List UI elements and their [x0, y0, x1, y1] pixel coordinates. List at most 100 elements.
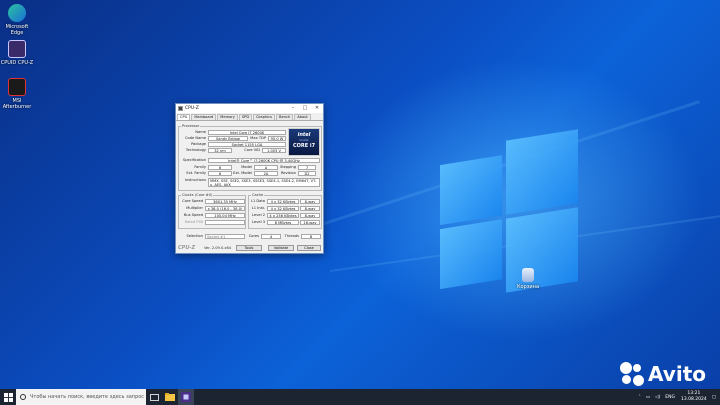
field-label: Revision: [280, 171, 296, 175]
cpuz-icon: [8, 40, 26, 58]
field-label: Bus Speed: [183, 213, 203, 217]
specification-value: Intel® Core™ i7-2600K CPU @ 3.40GHz: [208, 158, 320, 163]
cpuz-app-icon: [178, 106, 183, 111]
field-label: Family: [194, 165, 206, 169]
afterburner-icon: [8, 78, 26, 96]
desktop-icon-cpuz[interactable]: CPUID CPU-Z: [0, 40, 34, 66]
system-tray: ˄ ▭ ◁) ENG 13:21 13.08.2024 ▢: [639, 389, 716, 405]
tab-spd[interactable]: SPD: [238, 114, 253, 120]
file-explorer-button[interactable]: [162, 389, 178, 405]
cpuz-icon: [181, 392, 191, 402]
instructions-value: MMX, SSE, SSE2, SSE3, SSSE3, SSE4.1, SSE…: [208, 178, 320, 187]
avito-logo-icon: [620, 362, 645, 386]
l1-inst-value: 4 x 32 KBytes: [267, 206, 299, 211]
network-icon[interactable]: ▭: [646, 395, 650, 400]
windows-logo: [440, 129, 580, 301]
intel-core-i7-logo: intel inside CORE i7: [288, 128, 320, 156]
field-label: L1 Data: [250, 199, 265, 203]
version-label: Ver. 2.09.0.x64: [204, 246, 232, 250]
language-indicator[interactable]: ENG: [665, 395, 675, 400]
l1-data-way: 8-way: [300, 199, 320, 204]
socket-select[interactable]: Socket #1: [205, 234, 245, 239]
field-label: Instructions: [184, 178, 206, 182]
field-label: Level 3: [252, 220, 265, 224]
task-view-button[interactable]: [146, 389, 162, 405]
desktop-icon-label: MSI Afterburner: [2, 98, 32, 110]
cores-value: 4: [261, 234, 281, 239]
tab-cpu[interactable]: CPU: [177, 114, 191, 120]
l1-inst-way: 8-way: [300, 206, 320, 211]
field-label: Ext. Model: [233, 171, 252, 175]
corespeed-value: 3601.35 MHz: [205, 199, 245, 204]
l3-value: 8 MBytes: [267, 220, 299, 225]
cpuz-brand: CPU-Z: [178, 245, 196, 251]
desktop-icon-afterburner[interactable]: MSI Afterburner: [0, 78, 34, 110]
field-label: Multiplier: [186, 206, 203, 210]
l2-way: 8-way: [300, 213, 320, 218]
search-placeholder: Чтобы начать поиск, введите здесь запрос: [30, 394, 145, 400]
codename-value: Sandy Bridge: [208, 136, 248, 141]
minimize-icon[interactable]: –: [287, 106, 299, 111]
edge-icon: [8, 4, 26, 22]
l1-data-value: 4 x 32 KBytes: [267, 199, 299, 204]
desktop-wallpaper: Microsoft Edge CPUID CPU-Z MSI Afterburn…: [0, 0, 720, 389]
tab-strip: CPU Mainboard Memory SPD Graphics Bench …: [176, 113, 323, 121]
desktop-icon-edge[interactable]: Microsoft Edge: [0, 4, 34, 36]
tab-about[interactable]: About: [294, 114, 311, 120]
multiplier-value: x 36.0 (16.0 - 38.0): [205, 206, 245, 211]
cpuz-taskbar-button[interactable]: [178, 389, 194, 405]
validate-button[interactable]: Validate: [268, 245, 294, 251]
search-icon: [20, 394, 26, 400]
field-label: Name: [195, 130, 206, 134]
field-label: Ext. Family: [186, 171, 206, 175]
field-label: Max TDP: [250, 136, 266, 140]
start-button[interactable]: [0, 389, 16, 405]
field-label: Model: [241, 165, 252, 169]
cpuz-window[interactable]: CPU-Z – □ ✕ CPU Mainboard Memory SPD Gra…: [175, 103, 324, 254]
chevron-up-icon[interactable]: ˄: [639, 395, 641, 400]
taskbar: Чтобы начать поиск, введите здесь запрос…: [0, 389, 720, 405]
desktop-icon-label: CPUID CPU-Z: [0, 60, 34, 66]
maximize-icon[interactable]: □: [299, 106, 311, 111]
tab-mainboard[interactable]: Mainboard: [191, 114, 217, 120]
ratedfsb-value: [205, 220, 245, 225]
desktop-icon-recycle-bin[interactable]: Корзина: [511, 268, 545, 290]
tools-button[interactable]: Tools: [236, 245, 262, 251]
extfamily-value: 6: [208, 171, 232, 176]
field-label: Technology: [185, 148, 206, 152]
avito-watermark: Avito: [620, 362, 706, 386]
close-button[interactable]: Close: [297, 245, 321, 251]
tab-memory[interactable]: Memory: [217, 114, 238, 120]
corevid-value: 1.003 V: [262, 148, 286, 153]
threads-value: 8: [301, 234, 321, 239]
maxtdp-value: 95.0 W: [268, 136, 286, 141]
l3-way: 16-way: [300, 220, 320, 225]
tab-bench[interactable]: Bench: [276, 114, 294, 120]
busspeed-value: 100.04 MHz: [205, 213, 245, 218]
desktop-icon-label: Microsoft Edge: [5, 24, 29, 36]
revision-value: D2: [298, 171, 316, 176]
field-label: Cores: [248, 234, 259, 238]
recycle-bin-icon: [522, 268, 534, 282]
field-label: L1 Inst.: [251, 206, 265, 210]
volume-icon[interactable]: ◁): [655, 395, 660, 400]
badge-model: CORE i7: [292, 143, 316, 149]
technology-value: 32 nm: [208, 148, 232, 153]
package-value: Socket 1155 LGA: [208, 142, 286, 147]
tab-graphics[interactable]: Graphics: [253, 114, 275, 120]
field-label: Rated FSB: [184, 220, 203, 224]
family-value: 6: [208, 165, 232, 170]
notification-icon[interactable]: ▢: [712, 395, 716, 400]
taskbar-search-box[interactable]: Чтобы начать поиск, введите здесь запрос: [16, 389, 146, 405]
close-icon[interactable]: ✕: [311, 106, 323, 111]
title-bar[interactable]: CPU-Z – □ ✕: [176, 104, 323, 113]
group-title: Cache: [251, 193, 265, 198]
field-label: Core Speed: [182, 199, 203, 203]
field-label: Threads: [284, 234, 299, 238]
clock-date: 13.08.2024: [680, 397, 707, 402]
field-label: Core VID: [244, 148, 260, 152]
model-value: A: [254, 165, 278, 170]
processor-name-value: Intel Core i7 2600K: [208, 130, 286, 135]
clock[interactable]: 13:21 13.08.2024: [681, 391, 707, 403]
field-label: Selection: [186, 234, 203, 238]
